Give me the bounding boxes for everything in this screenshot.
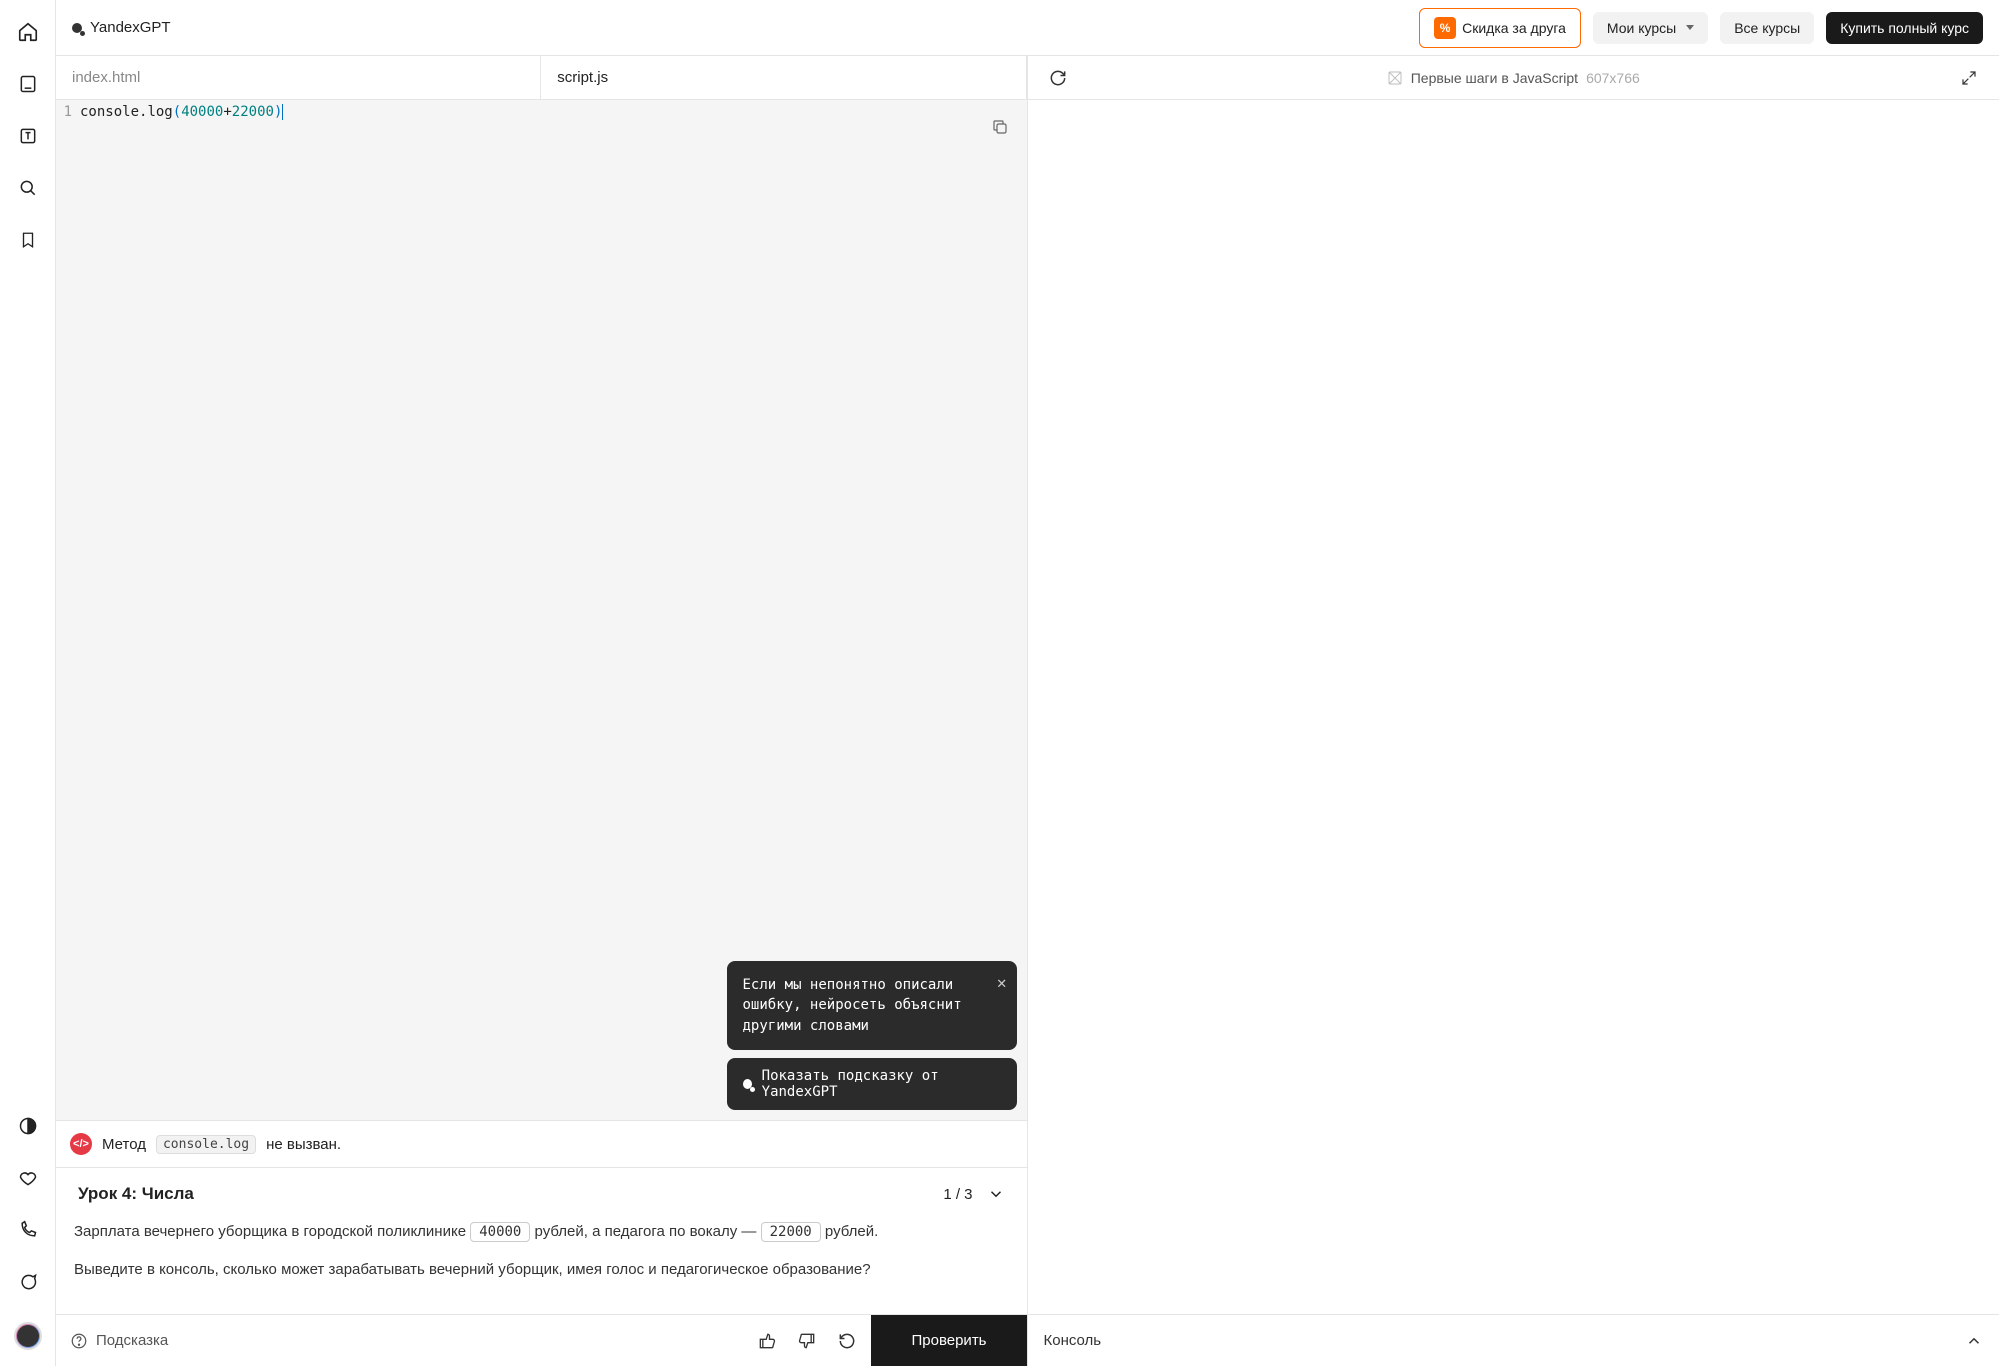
heart-icon[interactable] [16, 1166, 40, 1190]
task-text: Выведите в консоль, сколько может зараба… [74, 1258, 1009, 1282]
topbar: YandexGPT % Скидка за друга Мои курсы Вс… [56, 0, 1999, 56]
line-number: 1 [56, 104, 80, 120]
reload-icon[interactable] [1042, 62, 1074, 94]
phone-icon[interactable] [16, 1218, 40, 1242]
task-panel: Урок 4: Числа 1 / 3 Зарплата вечернего у… [56, 1168, 1027, 1314]
console-label: Консоль [1044, 1332, 1966, 1349]
hint-button[interactable]: Подсказка [70, 1332, 168, 1350]
tab-script-js[interactable]: script.js [541, 56, 1026, 99]
image-icon [1387, 70, 1403, 86]
error-code-chip: console.log [156, 1135, 256, 1154]
preview-title: Первые шаги в JavaScript [1411, 70, 1578, 86]
value-chip: 40000 [470, 1222, 530, 1242]
contrast-icon[interactable] [16, 1114, 40, 1138]
task-text: рублей, а педагога по вокалу — [530, 1223, 760, 1240]
ai-tooltip-text: Если мы непонятно описали ошибку, нейрос… [743, 977, 962, 1034]
thumbs-up-icon[interactable] [751, 1325, 783, 1357]
preview-dims: 607x766 [1586, 70, 1640, 86]
error-bar: </> Метод console.log не вызван. [56, 1120, 1027, 1168]
theory-icon[interactable] [16, 124, 40, 148]
all-courses-button[interactable]: Все курсы [1720, 12, 1814, 44]
chevron-up-icon[interactable] [1965, 1332, 1983, 1350]
hint-label: Подсказка [96, 1332, 168, 1349]
question-icon [70, 1332, 88, 1350]
copy-icon[interactable] [987, 114, 1013, 140]
code-content[interactable]: console.log(40000+22000) [80, 104, 1027, 120]
gpt-dot-icon [743, 1079, 752, 1089]
editor-line: 1 console.log(40000+22000) [56, 104, 1027, 120]
file-tabs: index.html script.js [56, 56, 1027, 100]
editor-footer: Подсказка Проверить [56, 1314, 1027, 1366]
expand-icon[interactable] [1953, 62, 1985, 94]
chevron-down-icon [1686, 25, 1694, 30]
my-courses-button[interactable]: Мои курсы [1593, 12, 1708, 44]
value-chip: 22000 [761, 1222, 821, 1242]
reset-icon[interactable] [831, 1325, 863, 1357]
error-suffix: не вызван. [266, 1136, 341, 1153]
close-icon[interactable]: ✕ [997, 971, 1007, 994]
buy-full-button[interactable]: Купить полный курс [1826, 12, 1983, 44]
error-icon: </> [70, 1133, 92, 1155]
home-icon[interactable] [16, 20, 40, 44]
preview-body [1028, 100, 1999, 1314]
avatar[interactable] [14, 1322, 42, 1350]
ai-tooltip: Если мы непонятно описали ошибку, нейрос… [727, 961, 1017, 1050]
console-bar[interactable]: Консоль [1028, 1314, 1999, 1366]
friend-discount-button[interactable]: % Скидка за друга [1419, 8, 1581, 48]
code-editor[interactable]: 1 console.log(40000+22000) Если мы непон… [56, 100, 1027, 1120]
book-icon[interactable] [16, 72, 40, 96]
tab-index-html[interactable]: index.html [56, 56, 541, 99]
task-body: Зарплата вечернего уборщика в городской … [56, 1212, 1027, 1314]
preview-pane: Первые шаги в JavaScript 607x766 Консоль [1028, 56, 1999, 1366]
my-courses-label: Мои курсы [1607, 20, 1676, 36]
sidebar-nav [0, 0, 56, 1366]
gpt-label: YandexGPT [90, 19, 171, 36]
check-button[interactable]: Проверить [871, 1315, 1026, 1366]
gpt-dot-icon [72, 23, 82, 33]
error-prefix: Метод [102, 1136, 146, 1153]
chat-icon[interactable] [16, 1270, 40, 1294]
task-text: Зарплата вечернего уборщика в городской … [74, 1223, 470, 1240]
search-icon[interactable] [16, 176, 40, 200]
show-gpt-hint-button[interactable]: Показать подсказку от YandexGPT [727, 1058, 1017, 1110]
editor-pane: index.html script.js 1 console.log(40000… [56, 56, 1028, 1366]
task-title: Урок 4: Числа [78, 1184, 943, 1204]
task-progress: 1 / 3 [943, 1186, 972, 1203]
show-gpt-hint-label: Показать подсказку от YandexGPT [762, 1068, 1001, 1100]
friend-discount-label: Скидка за друга [1462, 20, 1566, 36]
chevron-down-icon[interactable] [987, 1185, 1005, 1203]
percent-icon: % [1434, 17, 1456, 39]
bookmark-icon[interactable] [16, 228, 40, 252]
thumbs-down-icon[interactable] [791, 1325, 823, 1357]
task-text: рублей. [821, 1223, 879, 1240]
